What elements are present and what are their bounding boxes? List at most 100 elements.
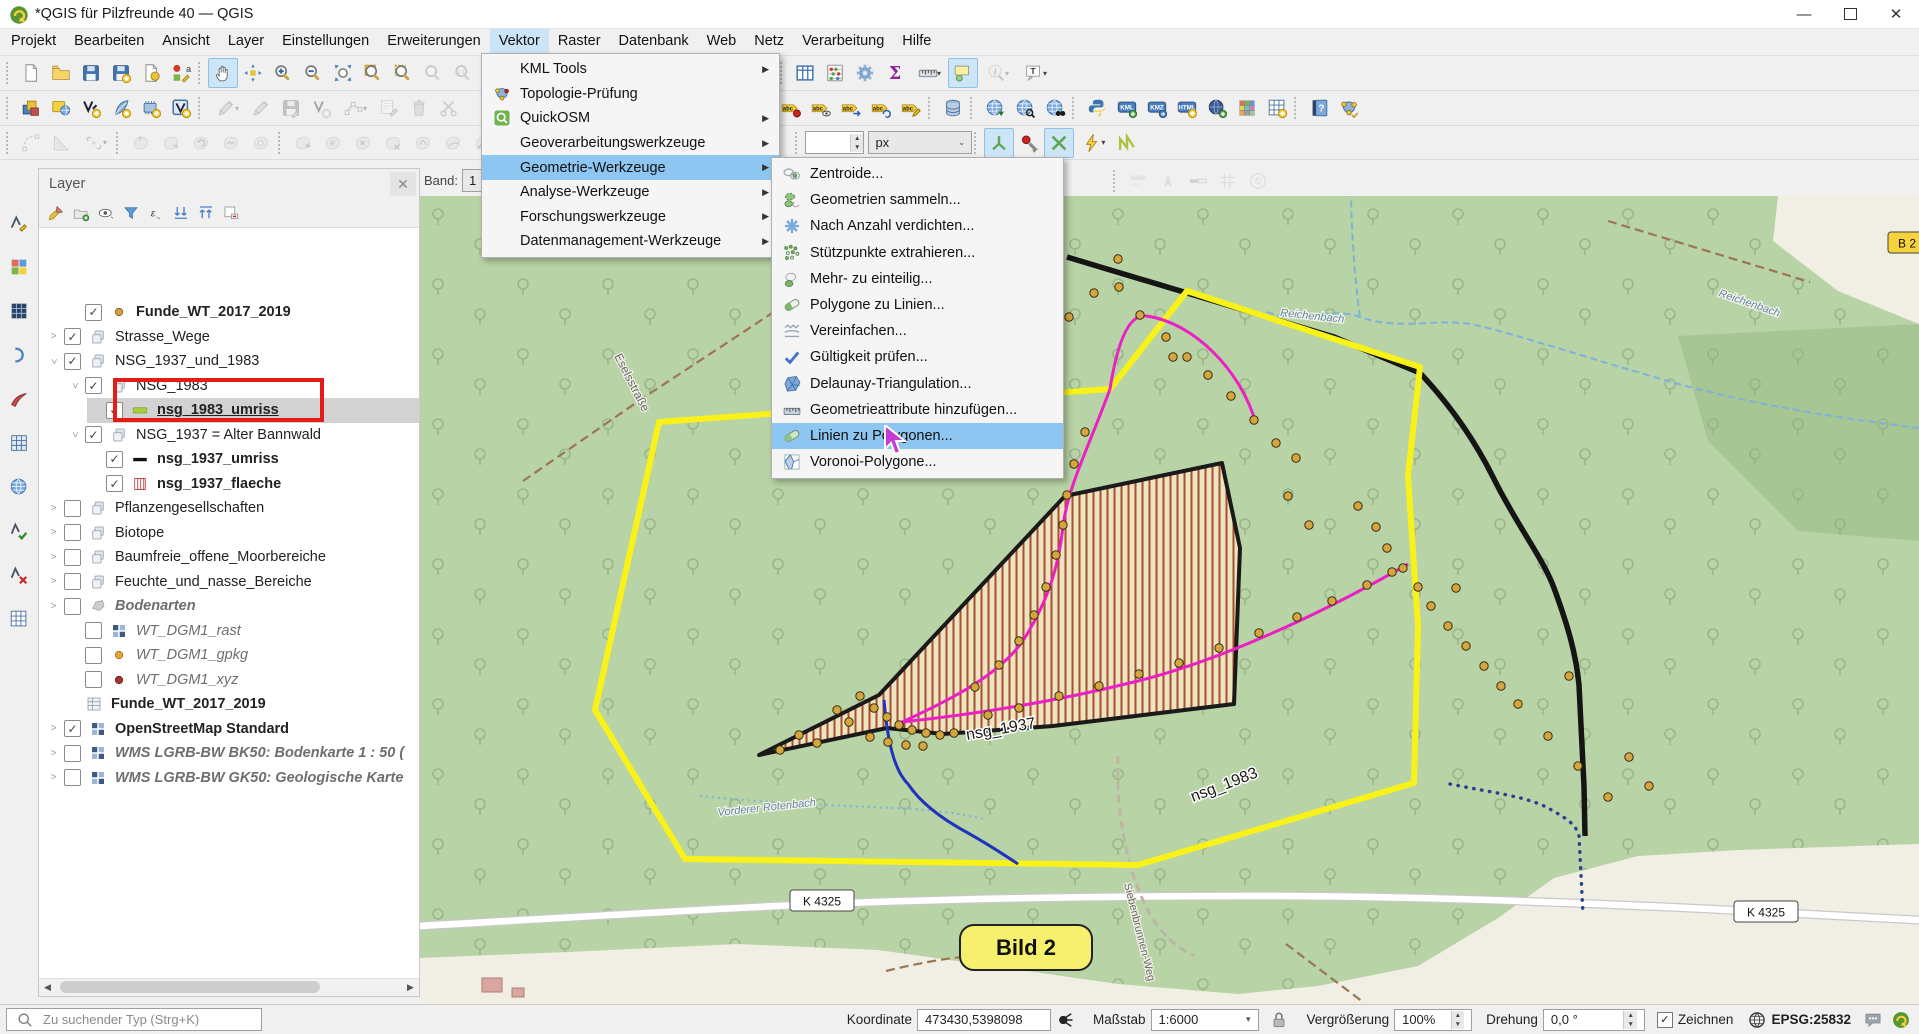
attribute-grid-button[interactable]	[1262, 93, 1292, 123]
layer-checkbox[interactable]	[85, 622, 102, 639]
layer-tree-item[interactable]: >✓NSG_1937_und_1983	[39, 349, 419, 374]
menu-item-nach-anzahl-verdichten-[interactable]: Nach Anzahl verdichten...	[772, 213, 1063, 239]
layer-tree-item[interactable]: >Biotope	[39, 521, 419, 546]
render-checkbox[interactable]: ✓	[1657, 1012, 1673, 1028]
layer-checkbox[interactable]	[64, 745, 81, 762]
layer-checkbox[interactable]: ✓	[106, 451, 123, 468]
map-canvas[interactable]: nsg_1937 nsg_1983 Eselsstraße Vorderer R…	[418, 196, 1919, 1005]
menu-raster[interactable]: Raster	[549, 29, 610, 55]
layers-panel-scrollbar[interactable]: ◀ ▶	[39, 978, 419, 996]
locator-search-input[interactable]: Zu suchender Typ (Strg+K)	[6, 1008, 262, 1031]
globe-icon[interactable]	[4, 472, 34, 502]
menu-item-kml-tools[interactable]: KML Tools▶	[482, 57, 779, 82]
snap-junction-button[interactable]	[984, 128, 1014, 158]
layer-checkbox[interactable]	[85, 647, 102, 664]
layer-checkbox[interactable]	[64, 598, 81, 615]
new-shapefile-layer-button[interactable]	[166, 93, 196, 123]
scrollbar-thumb[interactable]	[60, 981, 320, 993]
open-project-button[interactable]	[46, 58, 76, 88]
filter-legend-icon[interactable]	[120, 202, 142, 224]
menu-item-geometrie-werkzeuge[interactable]: Geometrie-Werkzeuge▶	[482, 155, 779, 180]
python-console-button[interactable]	[1082, 93, 1112, 123]
layer-checkbox[interactable]: ✓	[85, 304, 102, 321]
measure-button[interactable]: ▾	[910, 58, 948, 88]
save-project-button[interactable]	[76, 58, 106, 88]
new-project-button[interactable]	[16, 58, 46, 88]
menu-item-delaunay-triangulation-[interactable]: Delaunay-Triangulation...	[772, 371, 1063, 397]
kmz-export-button[interactable]: KMZ	[1142, 93, 1172, 123]
kml-add-button[interactable]: KML	[1112, 93, 1142, 123]
add-group-icon[interactable]	[70, 202, 92, 224]
expression-filter-icon[interactable]: ε	[145, 202, 167, 224]
label-move-button[interactable]: abc	[836, 93, 866, 123]
zoom-in-button[interactable]	[268, 58, 298, 88]
layer-tree-item[interactable]: >Baumfreie_offene_Moorbereiche	[39, 545, 419, 570]
expand-all-icon[interactable]	[170, 202, 192, 224]
menu-item-datenmanagement-werkzeuge[interactable]: Datenmanagement-Werkzeuge▶	[482, 229, 779, 254]
layer-tree-item[interactable]: WT_DGM1_gpkg	[39, 643, 419, 668]
menu-item-topologie-pr-fung[interactable]: Topologie-Prüfung	[482, 82, 779, 107]
menu-item-zentroide-[interactable]: Zentroide...	[772, 161, 1063, 187]
map-tips-button[interactable]	[948, 58, 978, 88]
menu-einstellungen[interactable]: Einstellungen	[273, 29, 378, 55]
db-manager-button[interactable]	[938, 93, 968, 123]
layer-tree-item[interactable]: WT_DGM1_xyz	[39, 668, 419, 693]
menu-item-mehr-zu-einteilig-[interactable]: Mehr- zu einteilig...	[772, 266, 1063, 292]
layer-tree-item[interactable]: >✓Strasse_Wege	[39, 325, 419, 350]
vector-check-icon[interactable]	[4, 516, 34, 546]
color-grid-button[interactable]	[1232, 93, 1262, 123]
layer-checkbox[interactable]: ✓	[106, 475, 123, 492]
layer-checkbox[interactable]	[64, 524, 81, 541]
add-wms-layer-button[interactable]	[46, 93, 76, 123]
label-show-button[interactable]: abc	[806, 93, 836, 123]
layer-checkbox[interactable]	[85, 671, 102, 688]
window-maximize-button[interactable]	[1827, 0, 1873, 28]
serval-value-spinner[interactable]: ▲▼	[805, 131, 864, 154]
menu-item-st-tzpunkte-extrahieren-[interactable]: Stützpunkte extrahieren...	[772, 240, 1063, 266]
vector-cross-icon[interactable]	[4, 560, 34, 590]
menu-item-g-ltigkeit-pr-fen-[interactable]: Gültigkeit prüfen...	[772, 344, 1063, 370]
menu-item-geometrieattribute-hinzuf-gen-[interactable]: Geometrieattribute hinzufügen...	[772, 397, 1063, 423]
styling-brush-icon[interactable]	[45, 202, 67, 224]
scroll-right-icon[interactable]: ▶	[402, 982, 419, 993]
menu-item-geometrien-sammeln-[interactable]: Geometrien sammeln...	[772, 187, 1063, 213]
layers-panel-close-icon[interactable]: ✕	[390, 172, 416, 196]
menu-projekt[interactable]: Projekt	[2, 29, 65, 55]
menu-item-analyse-werkzeuge[interactable]: Analyse-Werkzeuge▶	[482, 180, 779, 205]
menu-netz[interactable]: Netz	[745, 29, 793, 55]
blue-table-icon[interactable]	[4, 428, 34, 458]
manage-visibility-icon[interactable]	[95, 202, 117, 224]
layer-tree-item[interactable]: WT_DGM1_rast	[39, 619, 419, 644]
unit-select[interactable]: px⌄	[868, 131, 972, 154]
zoom-out-button[interactable]	[298, 58, 328, 88]
layer-tree-item[interactable]: >Pflanzengesellschaften	[39, 496, 419, 521]
layer-tree-item[interactable]: ✓nsg_1937_umriss	[39, 447, 419, 472]
magnifier-spinner[interactable]: 100%▲▼	[1394, 1009, 1472, 1031]
layer-checkbox[interactable]: ✓	[64, 353, 81, 370]
processing-toolbox-button[interactable]	[850, 58, 880, 88]
remove-item-icon[interactable]	[220, 202, 242, 224]
layer-tree-item[interactable]: >WMS LGRB-BW BK50: Bodenkarte 1 : 50 (	[39, 741, 419, 766]
web-binoculars-button[interactable]	[1040, 93, 1070, 123]
layer-checkbox[interactable]	[64, 573, 81, 590]
extent-icon[interactable]	[1055, 1010, 1075, 1030]
datasource-manager-button[interactable]	[16, 93, 46, 123]
menu-item-polygone-zu-linien-[interactable]: Polygone zu Linien...	[772, 292, 1063, 318]
add-vector-layer-button[interactable]	[76, 93, 106, 123]
topological-editing-button[interactable]	[1014, 128, 1044, 158]
menu-datenbank[interactable]: Datenbank	[610, 29, 698, 55]
snap-vertex-button[interactable]	[1044, 128, 1074, 158]
layer-tree-item[interactable]: >✓NSG_1937 = Alter Bannwald	[39, 423, 419, 448]
layer-checkbox[interactable]: ✓	[64, 328, 81, 345]
window-close-button[interactable]: ✕	[1873, 0, 1919, 28]
help-contents-button[interactable]: ?	[1304, 93, 1334, 123]
menu-ansicht[interactable]: Ansicht	[153, 29, 219, 55]
layer-checkbox[interactable]: ✓	[85, 377, 102, 394]
crs-value[interactable]: EPSG:25832	[1771, 1012, 1851, 1027]
coordinate-input[interactable]: 473430,5398098	[917, 1009, 1051, 1031]
metasearch-globe-button[interactable]	[980, 93, 1010, 123]
save-project-as-button[interactable]	[106, 58, 136, 88]
collapse-all-icon[interactable]	[195, 202, 217, 224]
menu-erweiterungen[interactable]: Erweiterungen	[378, 29, 490, 55]
new-geopackage-layer-button[interactable]	[106, 93, 136, 123]
